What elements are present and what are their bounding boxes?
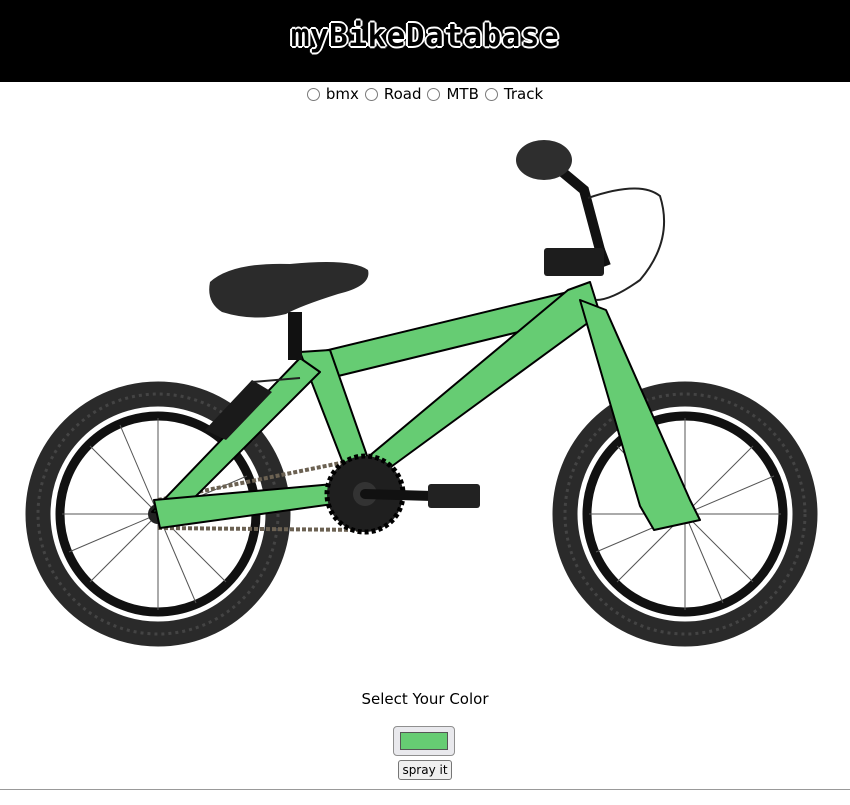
radio-road[interactable]: Road — [364, 85, 422, 103]
seatpost — [288, 312, 302, 360]
color-picker[interactable] — [393, 726, 455, 756]
radio-bmx-label: bmx — [325, 85, 359, 103]
saddle — [209, 262, 369, 318]
bike-image — [25, 140, 818, 647]
handlebar — [516, 140, 666, 301]
crankset — [324, 453, 480, 535]
radio-bmx[interactable]: bmx — [306, 85, 359, 103]
color-swatch[interactable] — [400, 732, 448, 750]
radio-mtb[interactable]: MTB — [427, 85, 479, 103]
bottom-divider — [0, 789, 850, 790]
radio-bmx-circle[interactable] — [306, 87, 320, 101]
radio-road-label: Road — [383, 85, 422, 103]
header-bar: myBikeDatabase — [0, 0, 850, 82]
radio-track[interactable]: Track — [484, 85, 544, 103]
radio-track-circle[interactable] — [484, 87, 498, 101]
radio-mtb-label: MTB — [446, 85, 479, 103]
radio-road-circle[interactable] — [364, 87, 378, 101]
site-title: myBikeDatabase — [290, 18, 560, 54]
radio-mtb-circle[interactable] — [427, 87, 441, 101]
radio-track-label: Track — [503, 85, 544, 103]
bike-type-selector: bmx Road MTB Track — [0, 84, 850, 104]
spray-it-button[interactable]: spray it — [398, 760, 452, 780]
color-label: Select Your Color — [361, 690, 489, 708]
